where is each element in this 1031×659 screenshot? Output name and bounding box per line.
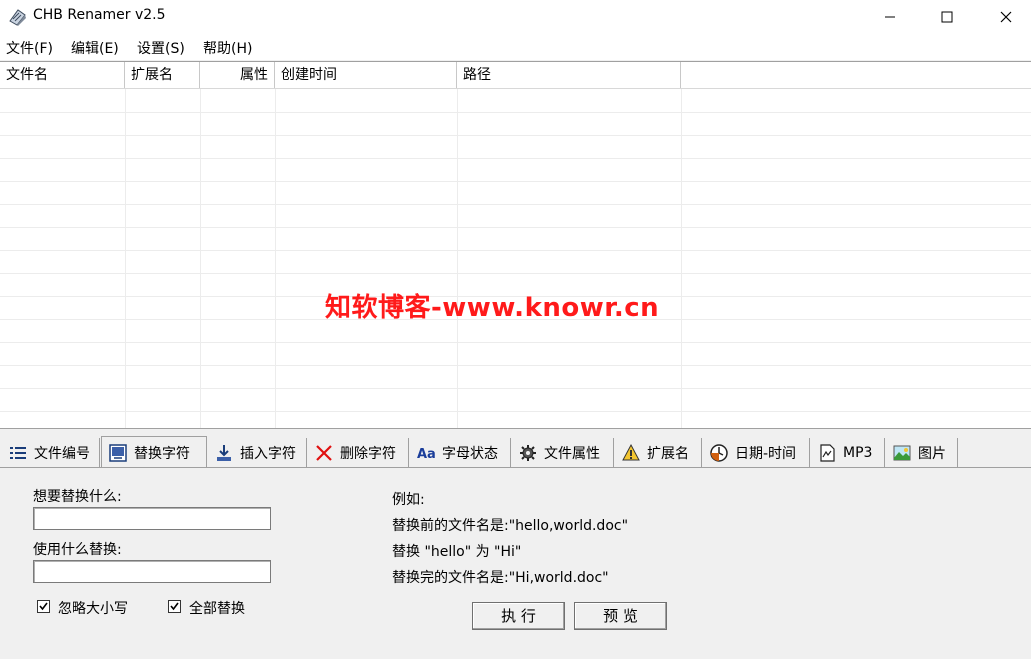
- menu-edit[interactable]: 编辑(E): [71, 38, 119, 58]
- document-icon: [820, 444, 835, 462]
- grid-line: [0, 250, 1031, 251]
- grid-line: [457, 89, 458, 428]
- tab-label: 替换字符: [134, 445, 190, 462]
- tab-extension[interactable]: 扩展名: [615, 438, 702, 468]
- app-icon: [9, 9, 26, 26]
- menu-file[interactable]: 文件(F): [6, 38, 53, 58]
- tab-bar: 文件编号 替换字符 插入字符 删除字符 Aa 字母状态 文件属性 扩展名 日期-…: [0, 436, 1031, 468]
- grid-line: [125, 89, 126, 428]
- maximize-button[interactable]: [924, 0, 970, 34]
- tab-delete-chars[interactable]: 删除字符: [308, 438, 409, 468]
- example-after: 替换完的文件名是:"Hi,world.doc": [392, 570, 609, 586]
- replace-input[interactable]: [33, 560, 271, 583]
- ignore-case-label: 忽略大小写: [58, 601, 128, 617]
- column-filename[interactable]: 文件名: [0, 62, 125, 88]
- title-bar: CHB Renamer v2.5: [0, 0, 1031, 34]
- column-path[interactable]: 路径: [457, 62, 681, 88]
- list-icon: [10, 447, 26, 459]
- svg-text:Aa: Aa: [417, 447, 436, 462]
- grid-line: [0, 411, 1031, 412]
- replace-label: 使用什么替换:: [33, 542, 122, 558]
- tab-file-numbering[interactable]: 文件编号: [2, 438, 100, 468]
- example-rule: 替换 "hello" 为 "Hi": [392, 544, 522, 560]
- execute-button[interactable]: 执 行: [472, 602, 565, 630]
- grid-line: [0, 388, 1031, 389]
- tab-label: 删除字符: [340, 446, 396, 462]
- replace-icon: [109, 443, 127, 462]
- grid-line: [275, 89, 276, 428]
- grid-line: [0, 112, 1031, 113]
- menu-help[interactable]: 帮助(H): [203, 38, 252, 58]
- tab-letter-case[interactable]: Aa 字母状态: [410, 438, 511, 468]
- list-header: 文件名 扩展名 属性 创建时间 路径: [0, 62, 1031, 89]
- find-input[interactable]: [33, 507, 271, 530]
- grid-line: [0, 342, 1031, 343]
- minimize-icon: [885, 16, 895, 18]
- column-attributes[interactable]: 属性: [200, 62, 275, 88]
- ignore-case-checkbox[interactable]: [37, 600, 50, 613]
- tab-image[interactable]: 图片: [886, 438, 958, 468]
- tab-date-time[interactable]: 日期-时间: [703, 438, 810, 468]
- grid-line: [200, 89, 201, 428]
- check-icon: [170, 602, 179, 611]
- tab-label: 文件编号: [34, 446, 90, 462]
- watermark-text: 知软博客-www.knowr.cn: [325, 293, 660, 323]
- grid-line: [0, 204, 1031, 205]
- example-title: 例如:: [392, 492, 425, 508]
- tab-replace-chars[interactable]: 替换字符: [101, 436, 207, 468]
- tab-label: 文件属性: [544, 446, 600, 462]
- insert-icon: [217, 445, 231, 461]
- close-button[interactable]: [983, 0, 1029, 34]
- find-label: 想要替换什么:: [33, 489, 122, 505]
- font-case-icon: Aa: [417, 447, 436, 462]
- menu-settings[interactable]: 设置(S): [137, 38, 185, 58]
- column-created-time[interactable]: 创建时间: [275, 62, 457, 88]
- grid-line: [0, 181, 1031, 182]
- column-extension[interactable]: 扩展名: [125, 62, 200, 88]
- tab-label: MP3: [843, 445, 873, 461]
- tab-file-attributes[interactable]: 文件属性: [512, 438, 614, 468]
- menu-bar: 文件(F) 编辑(E) 设置(S) 帮助(H): [0, 34, 1031, 60]
- tab-label: 插入字符: [240, 446, 296, 462]
- close-icon: [1000, 11, 1012, 23]
- replace-all-checkbox[interactable]: [168, 600, 181, 613]
- image-icon: [893, 445, 911, 461]
- preview-button[interactable]: 预 览: [574, 602, 667, 630]
- delete-icon: [316, 445, 332, 461]
- grid-line: [0, 135, 1031, 136]
- example-before: 替换前的文件名是:"hello,world.doc": [392, 518, 629, 534]
- tab-mp3[interactable]: MP3: [811, 438, 885, 468]
- tab-label: 字母状态: [442, 446, 498, 462]
- warning-icon: [622, 443, 640, 461]
- replace-all-label: 全部替换: [189, 601, 245, 617]
- clock-icon: [710, 444, 728, 462]
- window-title: CHB Renamer v2.5: [33, 7, 166, 23]
- tab-label: 图片: [918, 446, 946, 462]
- file-list[interactable]: 文件名 扩展名 属性 创建时间 路径: [0, 61, 1031, 429]
- replace-panel: 想要替换什么: 使用什么替换: 忽略大小写 全部替换 例如: 替换前的文件名是:…: [0, 467, 1031, 659]
- maximize-icon: [941, 11, 953, 23]
- tab-insert-chars[interactable]: 插入字符: [208, 438, 307, 468]
- grid-line: [0, 227, 1031, 228]
- grid-line: [0, 273, 1031, 274]
- gear-icon: [520, 445, 536, 461]
- tab-label: 日期-时间: [735, 446, 797, 462]
- minimize-button[interactable]: [867, 0, 913, 34]
- grid-line: [681, 89, 682, 428]
- tab-label: 扩展名: [647, 446, 689, 462]
- grid-line: [0, 158, 1031, 159]
- grid-line: [0, 365, 1031, 366]
- check-icon: [39, 602, 48, 611]
